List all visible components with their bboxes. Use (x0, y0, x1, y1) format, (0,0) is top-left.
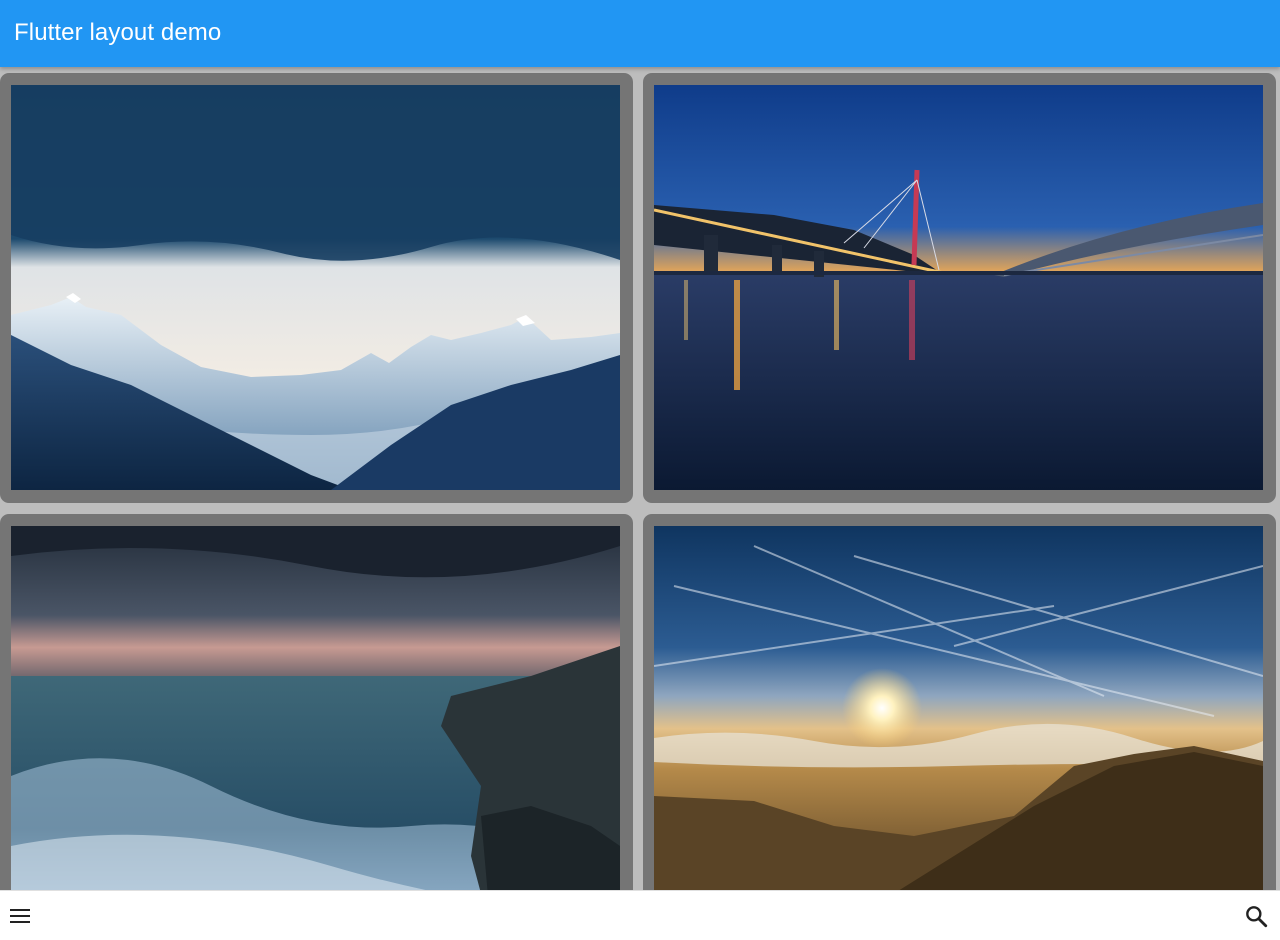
grid-tile-2[interactable] (643, 73, 1276, 503)
search-icon (1246, 906, 1268, 928)
grid-tile-4[interactable] (643, 514, 1276, 890)
grid-tile-3[interactable] (0, 514, 633, 890)
app-bar: Flutter layout demo (0, 0, 1280, 67)
grid-tile-1[interactable] (0, 73, 633, 503)
search-button[interactable] (1236, 891, 1276, 940)
photo-bridge (654, 85, 1263, 490)
photo-cloud-sunset (654, 526, 1263, 890)
menu-icon (10, 909, 30, 923)
menu-button[interactable] (0, 891, 40, 940)
photo-mountains (11, 85, 620, 490)
bottom-app-bar (0, 890, 1280, 940)
app-bar-title: Flutter layout demo (14, 19, 222, 46)
app-root: Flutter layout demo (0, 0, 1280, 940)
photo-stormy-sea (11, 526, 620, 890)
photo-grid[interactable] (0, 67, 1280, 890)
